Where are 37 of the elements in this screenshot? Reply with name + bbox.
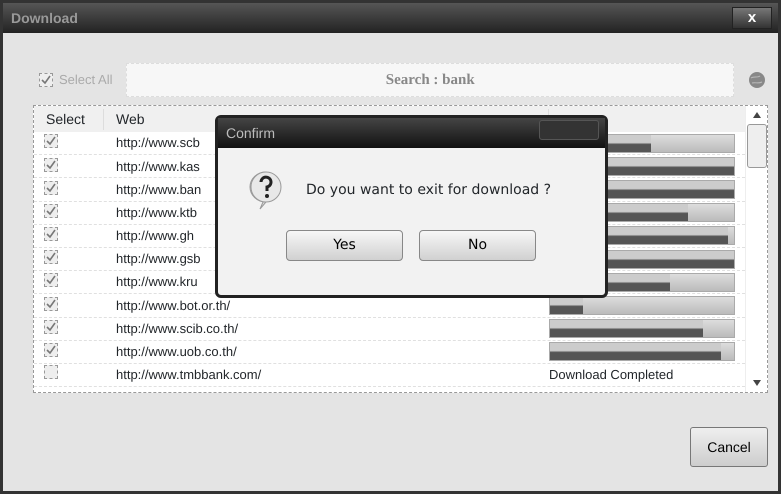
checkbox[interactable]: [44, 273, 58, 288]
url-text: http://www.kas: [116, 158, 200, 174]
checkbox[interactable]: [44, 296, 58, 311]
url-text: http://www.scib.co.th/: [116, 320, 238, 336]
globe-icon[interactable]: [748, 71, 766, 89]
checkbox[interactable]: [44, 320, 58, 334]
url-text: http://www.gsb: [116, 251, 201, 266]
dialog-button[interactable]: No: [419, 230, 536, 261]
url-text: http://www.kru: [116, 274, 198, 290]
question-icon: [248, 170, 284, 210]
checkbox[interactable]: [44, 227, 58, 242]
checkbox[interactable]: [44, 250, 58, 264]
url-text: http://www.ban: [116, 182, 202, 197]
status-text: Download Completed: [549, 366, 674, 384]
select-all-label: Select All: [59, 71, 112, 90]
close-button[interactable]: x: [732, 7, 772, 29]
url-text: http://www.tmbbank.com/: [116, 367, 262, 382]
scroll-thumb[interactable]: [746, 124, 766, 168]
url-text: http://www.bot.or.th/: [116, 298, 230, 313]
url-text: http://www.gh: [116, 228, 194, 244]
checkbox[interactable]: [44, 365, 58, 380]
dialog-button[interactable]: Yes: [286, 230, 403, 261]
cancel-button[interactable]: Cancel: [690, 427, 768, 467]
dialog-message: Do you want to exit for download ?: [306, 180, 552, 200]
checkbox[interactable]: [44, 180, 58, 195]
url-text: http://www.ktb: [116, 204, 197, 220]
checkbox[interactable]: [44, 343, 58, 358]
url-text: http://www.uob.co.th/: [116, 344, 237, 360]
column-header: Select: [34, 108, 104, 130]
window-title: Download: [11, 8, 78, 28]
scroll-up-icon[interactable]: [752, 112, 760, 118]
checkbox[interactable]: [39, 73, 53, 87]
checkbox[interactable]: [44, 134, 58, 148]
checkbox[interactable]: [44, 204, 58, 218]
checkbox[interactable]: [44, 158, 58, 172]
url-text: http://www.scb: [116, 135, 200, 150]
scroll-down-icon[interactable]: [752, 380, 760, 386]
